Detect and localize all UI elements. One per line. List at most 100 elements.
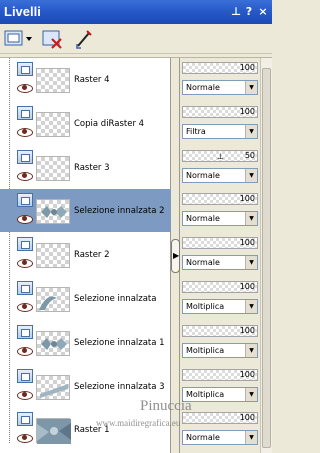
new-layer-icon[interactable] [4, 28, 32, 50]
dropdown-arrow-icon[interactable]: ▼ [245, 256, 257, 269]
opacity-slider[interactable]: 100 [182, 193, 258, 205]
layer-row[interactable]: Selezione innalzata 2 [0, 189, 171, 232]
visibility-eye-icon[interactable] [16, 346, 33, 356]
dropdown-arrow-icon[interactable]: ▼ [245, 125, 257, 138]
blend-mode-value: Moltiplica [186, 346, 225, 355]
layer-properties-row: 100 Normale ▼ [180, 189, 260, 232]
blend-mode-select[interactable]: Filtra ▼ [182, 124, 258, 139]
opacity-slider[interactable]: 100 [182, 281, 258, 293]
opacity-value: 100 [239, 413, 255, 422]
visibility-eye-icon[interactable] [16, 127, 33, 137]
visibility-eye-icon[interactable] [16, 390, 33, 400]
opacity-slider[interactable]: 100 [182, 237, 258, 249]
splitter-handle[interactable]: ▶ [171, 239, 180, 273]
visibility-eye-icon[interactable] [16, 258, 33, 268]
visibility-eye-icon[interactable] [16, 83, 33, 93]
layer-name: Raster 4 [74, 75, 110, 85]
raster-layer-icon [17, 412, 33, 426]
pin-icon[interactable]: ⊥ [229, 4, 243, 19]
layer-name: Raster 3 [74, 163, 110, 173]
raster-layer-icon [17, 237, 33, 251]
blend-mode-value: Normale [186, 433, 220, 442]
opacity-slider[interactable]: 100 [182, 369, 258, 381]
dropdown-arrow-icon[interactable]: ▼ [245, 344, 257, 357]
raster-layer-icon [17, 325, 33, 339]
dropdown-arrow-icon[interactable]: ▼ [245, 212, 257, 225]
blend-mode-select[interactable]: Normale ▼ [182, 430, 258, 445]
visibility-eye-icon[interactable] [16, 433, 33, 443]
blend-mode-select[interactable]: Normale ▼ [182, 168, 258, 183]
panel-splitter[interactable]: ▶ [171, 58, 180, 453]
help-icon[interactable]: ? [242, 4, 256, 19]
opacity-value: 100 [239, 194, 255, 203]
layer-properties-row: 100 Normale ▼ [180, 233, 260, 276]
layer-thumbnail [36, 199, 70, 224]
dropdown-arrow-icon[interactable]: ▼ [245, 388, 257, 401]
dropdown-arrow-icon[interactable]: ▼ [245, 169, 257, 182]
blend-mode-value: Moltiplica [186, 302, 225, 311]
delete-layer-icon[interactable] [42, 28, 64, 50]
layer-properties-row: 100 Filtra ▼ [180, 102, 260, 145]
layer-thumbnail [36, 418, 71, 444]
layer-row[interactable]: Raster 4 [0, 58, 171, 101]
opacity-slider[interactable]: ⊥ 50 [182, 150, 258, 162]
layer-properties-row: 100 Moltiplica ▼ [180, 277, 260, 320]
scrollbar-thumb[interactable] [262, 68, 271, 448]
layer-properties-row: 100 Moltiplica ▼ [180, 321, 260, 364]
layer-row[interactable]: Raster 2 [0, 233, 171, 276]
visibility-eye-icon[interactable] [16, 302, 33, 312]
blend-mode-select[interactable]: Normale ▼ [182, 255, 258, 270]
blend-mode-select[interactable]: Moltiplica ▼ [182, 343, 258, 358]
visibility-eye-icon[interactable] [16, 171, 33, 181]
opacity-value: 100 [239, 326, 255, 335]
watermark-url: www.maidiregrafica.eu [96, 418, 181, 428]
watermark-name: Pinuccia [140, 398, 192, 414]
opacity-caret-icon: ⊥ [217, 152, 224, 161]
blend-mode-value: Normale [186, 214, 220, 223]
visibility-eye-icon[interactable] [16, 214, 33, 224]
dropdown-arrow-icon[interactable]: ▼ [245, 81, 257, 94]
dropdown-arrow-icon[interactable]: ▼ [245, 431, 257, 444]
opacity-value: 100 [239, 63, 255, 72]
blend-mode-value: Normale [186, 171, 220, 180]
layer-row[interactable]: Selezione innalzata [0, 277, 171, 320]
layer-row[interactable]: Selezione innalzata 1 [0, 321, 171, 364]
opacity-slider[interactable]: 100 [182, 412, 258, 424]
layer-name: Copia diRaster 4 [74, 119, 145, 129]
blend-mode-value: Normale [186, 258, 220, 267]
layer-row[interactable]: Raster 3 [0, 146, 171, 189]
layer-row[interactable]: Copia diRaster 4 [0, 102, 171, 145]
blend-mode-select[interactable]: Moltiplica ▼ [182, 387, 258, 402]
opacity-value: 100 [239, 282, 255, 291]
layer-list: Raster 4 Copia diRaster 4 Raster 3 Selezion… [0, 58, 171, 453]
raster-layer-icon [17, 369, 33, 383]
dropdown-arrow-icon[interactable]: ▼ [245, 300, 257, 313]
blend-mode-value: Filtra [186, 127, 206, 136]
layer-name: Selezione innalzata 2 [74, 206, 165, 216]
layer-properties-row: 100 Moltiplica ▼ [180, 365, 260, 408]
layer-properties-panel: 100 Normale ▼ 100 Filtra ▼ ⊥ 50 Normale ▼ 100 Norma… [180, 58, 260, 453]
close-icon[interactable]: × [256, 4, 270, 19]
layer-name: Raster 2 [74, 250, 110, 260]
blend-mode-select[interactable]: Moltiplica ▼ [182, 299, 258, 314]
layer-properties-row: 100 Normale ▼ [180, 58, 260, 101]
layer-thumbnail [36, 331, 70, 356]
blend-mode-value: Normale [186, 83, 220, 92]
opacity-value: 100 [239, 238, 255, 247]
opacity-slider[interactable]: 100 [182, 62, 258, 74]
opacity-value: 50 [244, 151, 255, 160]
layer-thumbnail [36, 287, 70, 312]
layer-thumbnail [36, 243, 70, 268]
expand-arrow-icon: ▶ [173, 251, 180, 260]
vertical-scrollbar[interactable] [260, 58, 272, 453]
window-title: Livelli [4, 4, 41, 19]
layer-name: Selezione innalzata [74, 294, 157, 304]
blend-mode-select[interactable]: Normale ▼ [182, 80, 258, 95]
blend-mode-select[interactable]: Normale ▼ [182, 211, 258, 226]
edit-icon[interactable] [74, 28, 96, 50]
opacity-slider[interactable]: 100 [182, 325, 258, 337]
opacity-slider[interactable]: 100 [182, 106, 258, 118]
layer-thumbnail [36, 68, 70, 93]
layer-properties-row: 100 Normale ▼ [180, 408, 260, 451]
raster-layer-icon [17, 106, 33, 120]
